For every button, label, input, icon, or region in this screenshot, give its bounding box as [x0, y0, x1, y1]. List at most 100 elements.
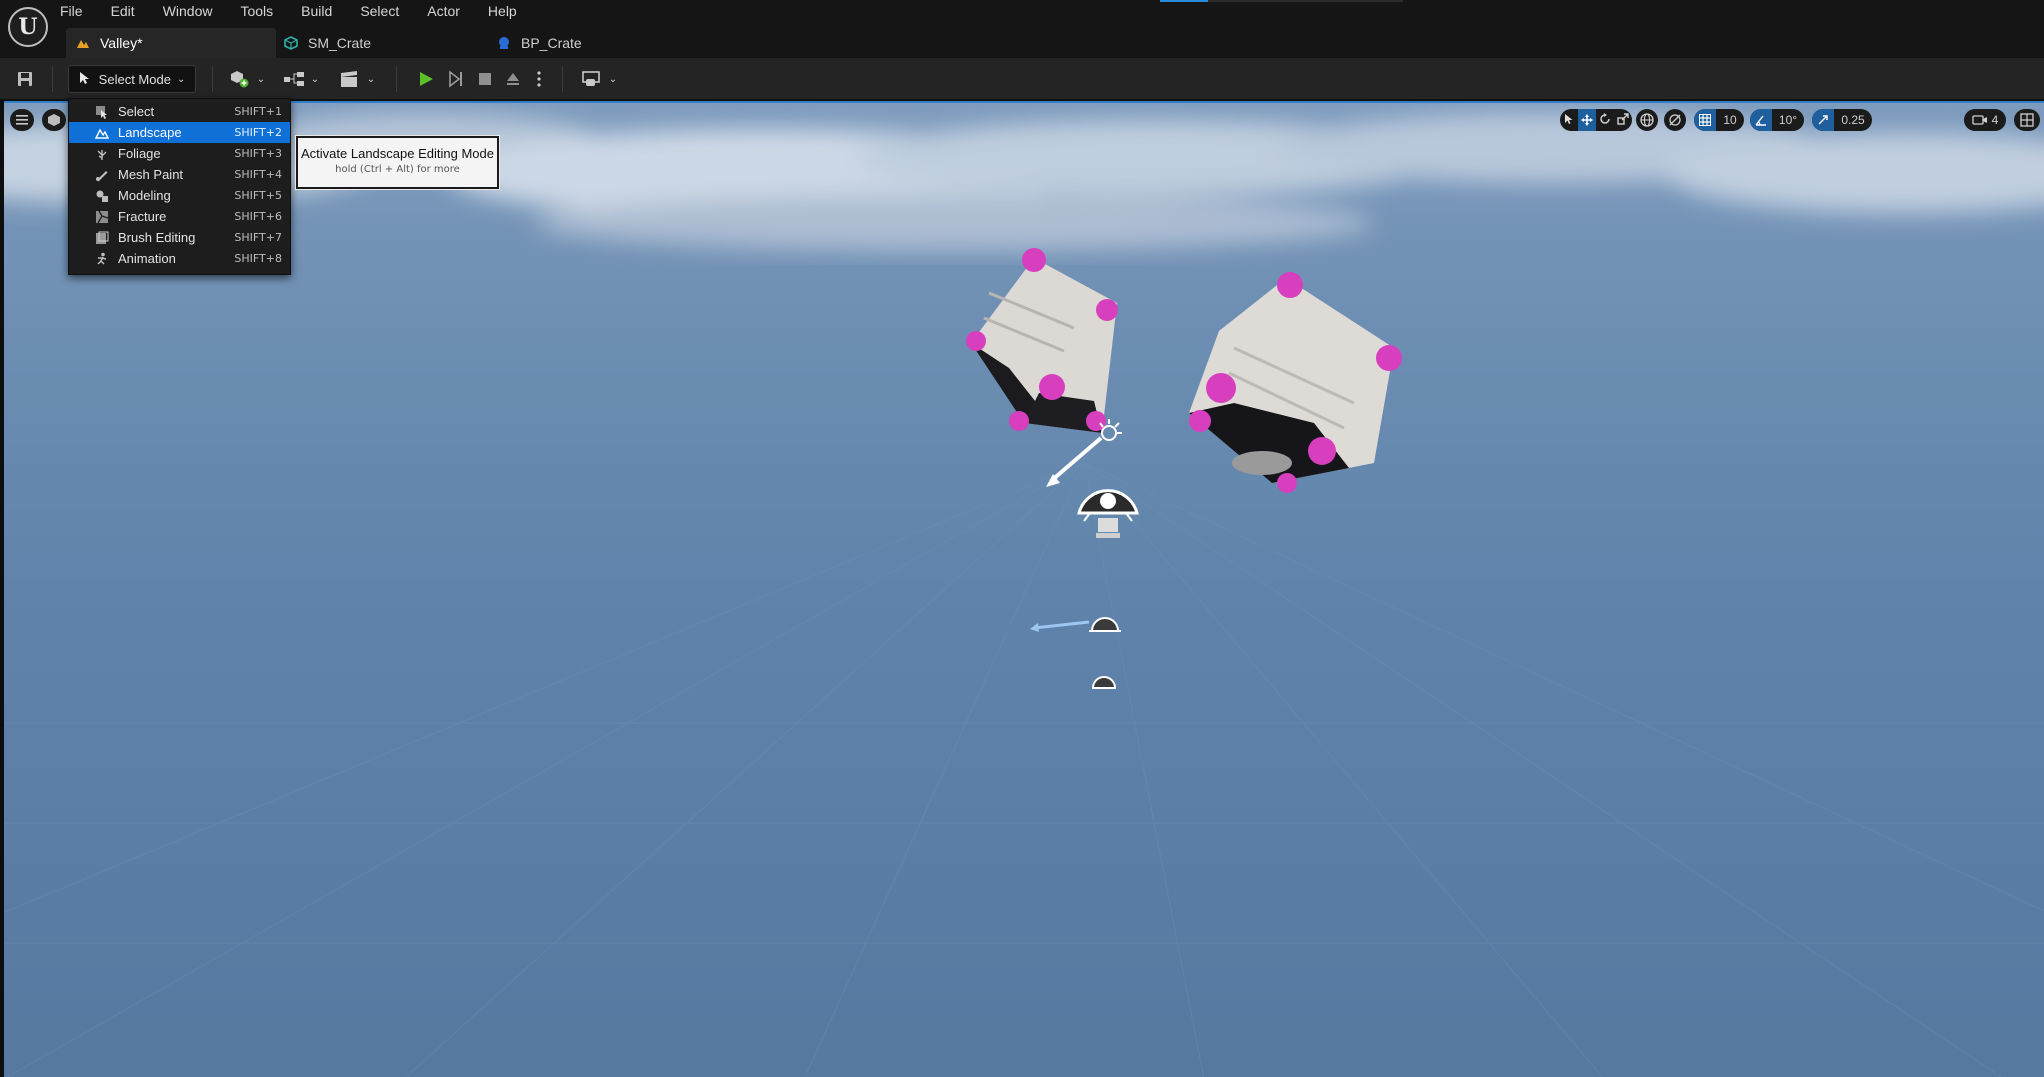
tooltip-hint: hold (Ctrl + Alt) for more [335, 164, 460, 175]
select-cursor-icon [79, 71, 91, 88]
add-actor-button[interactable]: ⌄ [226, 65, 268, 93]
menu-window[interactable]: Window [163, 0, 213, 24]
progress-indicator [1160, 0, 1208, 2]
tab-sm-crate[interactable]: SM_Crate [284, 28, 484, 58]
menu-actor[interactable]: Actor [427, 0, 460, 24]
advance-frame-button[interactable] [444, 65, 468, 93]
perspective-button[interactable] [42, 109, 66, 131]
progress-track [1208, 0, 1403, 2]
menu-file[interactable]: File [60, 0, 83, 24]
translate-tool-icon[interactable] [1578, 109, 1596, 131]
sky-light-gizmo[interactable] [1077, 489, 1139, 538]
mode-item-landscape[interactable]: Landscape SHIFT+2 [69, 122, 290, 143]
scale-snap-icon [1812, 109, 1834, 131]
menu-build[interactable]: Build [301, 0, 332, 24]
toolbar-divider [212, 66, 213, 92]
main-toolbar: Select Mode ⌄ ⌄ ⌄ ⌄ ⌄ [0, 58, 2044, 100]
rotation-snap-value: 10° [1778, 113, 1798, 127]
cinematics-button[interactable]: ⌄ [336, 65, 378, 93]
select-mode-dropdown[interactable]: Select Mode ⌄ [68, 65, 196, 93]
mode-shortcut: SHIFT+6 [234, 210, 282, 223]
layout-icon [2020, 113, 2034, 127]
world-space-toggle[interactable] [1636, 109, 1658, 131]
mode-item-brush-editing[interactable]: Brush Editing SHIFT+7 [69, 227, 290, 248]
mode-shortcut: SHIFT+4 [234, 168, 282, 181]
rotation-snap-control[interactable]: 10° [1750, 109, 1804, 131]
mode-shortcut: SHIFT+8 [234, 252, 282, 265]
ground-grid [4, 248, 2044, 1077]
platforms-button[interactable]: ⌄ [578, 65, 620, 93]
grid-snap-control[interactable]: 10 [1694, 109, 1744, 131]
rotate-tool-icon[interactable] [1596, 112, 1614, 128]
chevron-down-icon: ⌄ [256, 73, 266, 85]
unreal-logo-icon[interactable]: U [8, 7, 48, 47]
viewport-layout-button[interactable] [2014, 109, 2040, 131]
scale-snap-control[interactable]: 0.25 [1812, 109, 1872, 131]
exponential-fog-gizmo[interactable] [1091, 676, 1117, 689]
camera-speed-control[interactable]: 4 [1964, 109, 2006, 131]
angle-snap-icon [1750, 109, 1772, 131]
tab-valley[interactable]: Valley* [66, 28, 276, 58]
mode-label: Mesh Paint [118, 167, 184, 182]
select-icon [95, 105, 109, 119]
mode-item-select[interactable]: Select SHIFT+1 [69, 101, 290, 122]
menu-tools[interactable]: Tools [240, 0, 273, 24]
toolbar-divider [396, 66, 397, 92]
tab-label: BP_Crate [521, 35, 582, 51]
mode-shortcut: SHIFT+1 [234, 105, 282, 118]
platforms-icon [581, 71, 600, 86]
surface-snapping-toggle[interactable] [1664, 109, 1686, 131]
static-mesh-icon [284, 36, 298, 50]
chevron-down-icon: ⌄ [310, 73, 320, 85]
menu-bar: U File Edit Window Tools Build Select Ac… [0, 0, 2044, 58]
mode-item-animation[interactable]: Animation SHIFT+8 [69, 248, 290, 269]
mode-item-foliage[interactable]: Foliage SHIFT+3 [69, 143, 290, 164]
cube-icon [48, 114, 60, 126]
select-mode-label: Select Mode [98, 71, 171, 87]
toolbar-divider [52, 66, 53, 92]
viewport-options-button[interactable] [10, 109, 34, 131]
surface-snap-icon [1669, 114, 1681, 126]
crate-mesh[interactable] [966, 248, 1118, 433]
menu-edit[interactable]: Edit [111, 0, 135, 24]
mode-label: Foliage [118, 146, 161, 161]
tab-bp-crate[interactable]: BP_Crate [497, 28, 697, 58]
mode-item-modeling[interactable]: Modeling SHIFT+5 [69, 185, 290, 206]
crate-mesh[interactable] [1189, 272, 1402, 493]
mesh-paint-icon [95, 168, 109, 182]
stop-icon [479, 73, 491, 85]
tab-label: Valley* [100, 35, 143, 51]
foliage-icon [95, 147, 109, 161]
save-icon [18, 72, 32, 86]
mode-label: Fracture [118, 209, 167, 224]
blueprints-button[interactable]: ⌄ [280, 65, 322, 93]
grid-snap-value: 10 [1723, 113, 1737, 127]
menu-select[interactable]: Select [360, 0, 399, 24]
clapperboard-icon [340, 71, 357, 87]
sky-atmosphere-gizmo[interactable] [1030, 617, 1121, 632]
camera-speed-value: 4 [1991, 113, 1999, 127]
menu-help[interactable]: Help [488, 0, 517, 24]
play-button[interactable] [414, 65, 438, 93]
kebab-menu-icon [537, 71, 541, 87]
tab-label: SM_Crate [308, 35, 372, 51]
select-tool-icon[interactable] [1560, 113, 1578, 128]
toolbar-divider [562, 66, 563, 92]
blueprint-graph-icon [283, 72, 304, 86]
play-options-button[interactable] [532, 65, 546, 93]
save-button[interactable] [12, 65, 38, 93]
eject-button[interactable] [502, 65, 524, 93]
mode-shortcut: SHIFT+2 [234, 126, 282, 139]
animation-icon [95, 252, 109, 266]
chevron-down-icon: ⌄ [366, 73, 376, 85]
stop-button[interactable] [474, 65, 496, 93]
mode-label: Modeling [118, 188, 171, 203]
blueprint-icon [497, 36, 511, 50]
scale-tool-icon[interactable] [1614, 112, 1632, 128]
mode-dropdown-menu: Select SHIFT+1 Landscape SHIFT+2 Foliage… [68, 98, 291, 275]
mode-item-mesh-paint[interactable]: Mesh Paint SHIFT+4 [69, 164, 290, 185]
landscape-mode-tooltip: Activate Landscape Editing Mode hold (Ct… [296, 136, 499, 189]
landscape-icon [94, 126, 110, 140]
mode-item-fracture[interactable]: Fracture SHIFT+6 [69, 206, 290, 227]
level-viewport[interactable]: 10 10° 0.25 4 [4, 101, 2044, 1077]
